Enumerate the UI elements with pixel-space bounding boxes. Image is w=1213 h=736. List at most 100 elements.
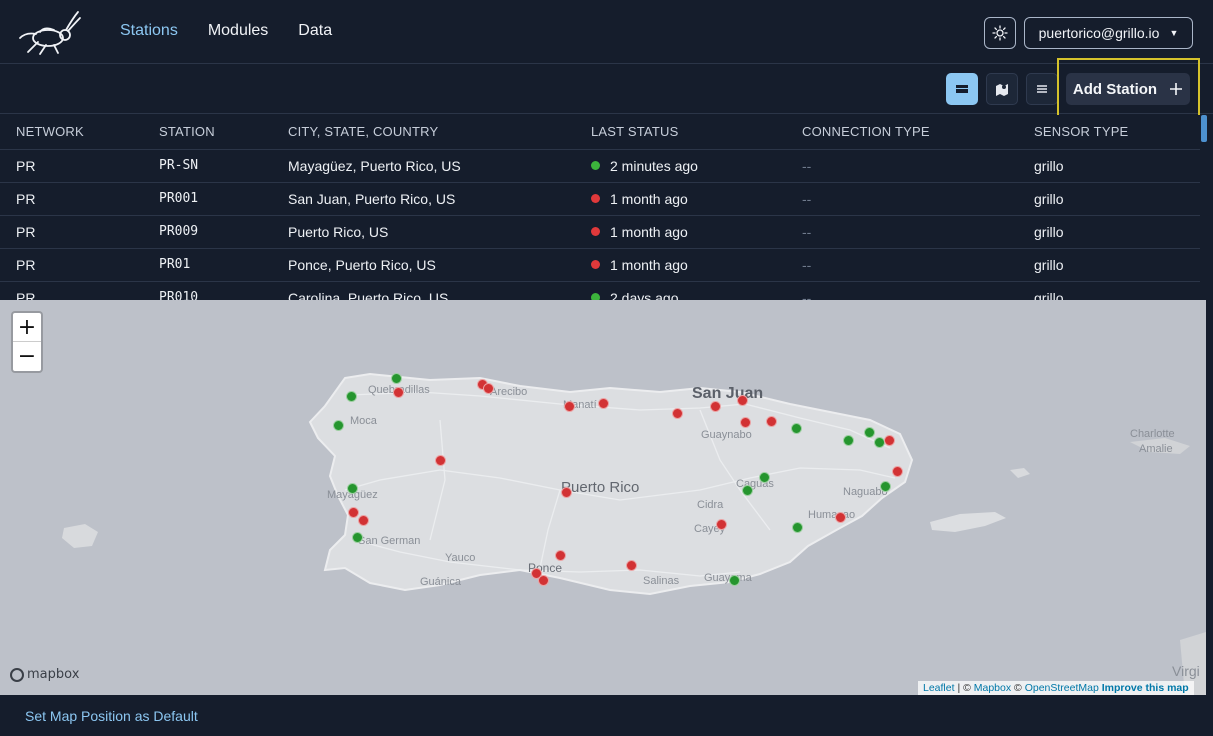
zoom-out-button[interactable]: − (13, 342, 41, 371)
cell-station[interactable]: PR009 (143, 215, 272, 249)
station-marker-online[interactable] (790, 422, 802, 434)
map-basemap (62, 372, 1206, 695)
station-marker-offline[interactable] (709, 400, 721, 412)
column-header-location[interactable]: CITY, STATE, COUNTRY (272, 115, 575, 150)
station-marker-offline[interactable] (834, 511, 846, 523)
station-marker-offline[interactable] (715, 518, 727, 530)
station-marker-online[interactable] (728, 574, 740, 586)
status-dot-icon (591, 260, 600, 270)
improve-map-link[interactable]: Improve this map (1102, 682, 1189, 694)
theme-toggle-button[interactable] (984, 17, 1016, 49)
status-dot-icon (591, 227, 600, 237)
status-text: 2 days ago (610, 289, 679, 301)
map-label-moca: Moca (350, 415, 377, 427)
cell-network: PR (0, 182, 143, 216)
station-marker-offline[interactable] (347, 506, 359, 518)
station-marker-online[interactable] (863, 426, 875, 438)
map-attribution: Leaflet | © Mapbox © OpenStreetMap Impro… (918, 681, 1194, 695)
station-marker-online[interactable] (873, 436, 885, 448)
station-marker-online[interactable] (758, 471, 770, 483)
leaflet-link[interactable]: Leaflet (923, 682, 955, 694)
station-marker-offline[interactable] (739, 416, 751, 428)
map-label-san-juan: San Juan (692, 385, 764, 402)
station-marker-offline[interactable] (883, 434, 895, 446)
station-marker-online[interactable] (332, 419, 344, 431)
column-header-sensor-type[interactable]: SENSOR TYPE (1018, 115, 1200, 150)
station-marker-offline[interactable] (537, 574, 549, 586)
station-marker-online[interactable] (351, 531, 363, 543)
station-marker-online[interactable] (741, 484, 753, 496)
map-label-humacao: Humacao (808, 509, 856, 521)
map-view-button[interactable] (986, 73, 1018, 105)
column-header-connection-type[interactable]: CONNECTION TYPE (786, 115, 1018, 150)
mapbox-logo[interactable]: mapbox (10, 667, 79, 682)
osm-link[interactable]: OpenStreetMap (1025, 682, 1099, 694)
station-marker-offline[interactable] (765, 415, 777, 427)
nav-modules[interactable]: Modules (208, 22, 268, 40)
status-dot-icon (591, 194, 600, 204)
station-marker-online[interactable] (791, 521, 803, 533)
nav-stations[interactable]: Stations (120, 22, 178, 40)
cell-station[interactable]: PR01 (143, 248, 272, 282)
table-map-view-icon (956, 85, 968, 93)
status-text: 1 month ago (610, 223, 688, 240)
mapbox-logo-text: mapbox (27, 667, 80, 682)
nav-data[interactable]: Data (298, 22, 332, 40)
cell-sensor-type: grillo (1018, 248, 1200, 282)
station-marker-online[interactable] (345, 390, 357, 402)
station-marker-offline[interactable] (357, 514, 369, 526)
table-row[interactable]: PR PR010 Carolina, Puerto Rico, US 2 days a… (0, 281, 1200, 300)
map-label-amalie: Amalie (1139, 443, 1173, 455)
map-label-guanica: Guánica (420, 576, 461, 588)
cell-connection-type: -- (786, 281, 1018, 300)
mapbox-link[interactable]: Mapbox (974, 682, 1011, 694)
table-row[interactable]: PR PR-SN Mayagüez, Puerto Rico, US 2 minute… (0, 149, 1200, 183)
cell-station[interactable]: PR-SN (143, 149, 272, 183)
table-map-view-button[interactable] (946, 73, 978, 105)
cell-location: San Juan, Puerto Rico, US (272, 182, 575, 216)
column-header-network[interactable]: NETWORK (0, 115, 143, 150)
table-row[interactable]: PR PR001 San Juan, Puerto Rico, US 1 month … (0, 182, 1200, 216)
set-map-default-link[interactable]: Set Map Position as Default (25, 708, 198, 724)
cell-last-status: 1 month ago (575, 215, 786, 249)
station-marker-offline[interactable] (554, 549, 566, 561)
station-marker-offline[interactable] (434, 454, 446, 466)
add-station-button[interactable]: Add Station (1066, 73, 1190, 105)
map-label-guaynabo: Guaynabo (701, 429, 752, 441)
table-row[interactable]: PR PR01 Ponce, Puerto Rico, US 1 month ago -… (0, 248, 1200, 282)
station-marker-online[interactable] (346, 482, 358, 494)
cell-network: PR (0, 248, 143, 282)
table-row[interactable]: PR PR009 Puerto Rico, US 1 month ago -- grill… (0, 215, 1200, 249)
zoom-control: + − (11, 311, 43, 373)
station-marker-offline[interactable] (597, 397, 609, 409)
station-marker-offline[interactable] (891, 465, 903, 477)
station-marker-offline[interactable] (736, 394, 748, 406)
account-menu-button[interactable]: puertorico@grillo.io ▼ (1024, 17, 1193, 49)
station-marker-online[interactable] (842, 434, 854, 446)
cell-connection-type: -- (786, 182, 1018, 216)
cricket-logo[interactable] (18, 8, 82, 56)
attribution-copyright: © (1011, 682, 1025, 694)
station-marker-online[interactable] (390, 372, 402, 384)
cell-station[interactable]: PR001 (143, 182, 272, 216)
list-view-button[interactable] (1026, 73, 1058, 105)
station-marker-online[interactable] (879, 480, 891, 492)
station-marker-offline[interactable] (392, 386, 404, 398)
cell-last-status: 1 month ago (575, 182, 786, 216)
station-marker-offline[interactable] (625, 559, 637, 571)
station-marker-offline[interactable] (560, 486, 572, 498)
station-marker-offline[interactable] (671, 407, 683, 419)
view-toolbar: Add Station (0, 65, 1213, 114)
column-header-station[interactable]: STATION (143, 115, 272, 150)
attribution-separator: | © (954, 682, 974, 694)
cell-sensor-type: grillo (1018, 281, 1200, 300)
station-marker-offline[interactable] (482, 382, 494, 394)
column-header-last-status[interactable]: LAST STATUS (575, 115, 786, 150)
zoom-in-button[interactable]: + (13, 313, 41, 342)
table-scrollbar[interactable] (1201, 115, 1207, 142)
stations-map[interactable]: Quebradillas Arecibo Manatí San Juan Gua… (0, 300, 1206, 695)
top-navbar: Stations Modules Data puertorico@grillo.… (0, 0, 1213, 64)
map-label-puerto-rico: Puerto Rico (561, 479, 640, 496)
cell-station[interactable]: PR010 (143, 281, 272, 300)
station-marker-offline[interactable] (563, 400, 575, 412)
